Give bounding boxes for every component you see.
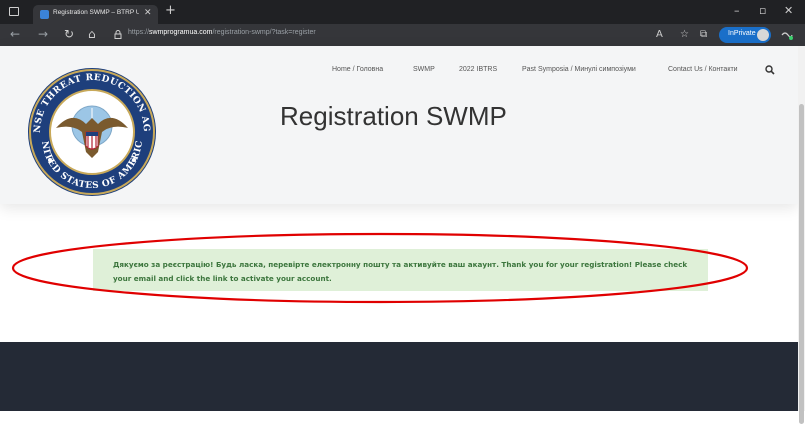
nav-past-symposia[interactable]: Past Symposia / Минулі симпозіуми xyxy=(522,66,636,73)
back-icon[interactable]: ← xyxy=(10,27,20,42)
lock-icon[interactable] xyxy=(114,30,122,39)
browser-tab[interactable]: Registration SWMP – BTRP Ukra ✕ xyxy=(33,5,158,24)
favicon-icon xyxy=(40,10,49,19)
nav-2022-ibtrs[interactable]: 2022 IBTRS xyxy=(459,66,497,73)
maximize-icon[interactable]: ▫ xyxy=(759,4,766,18)
extensions-icon[interactable] xyxy=(781,30,793,40)
read-aloud-icon[interactable]: A xyxy=(656,28,663,42)
scrollbar-thumb[interactable] xyxy=(799,104,804,424)
web-page: DEFENSE THREAT REDUCTION AGENCY UNITED S… xyxy=(0,46,805,411)
tab-actions-icon[interactable] xyxy=(9,7,19,16)
scrollbar[interactable] xyxy=(798,46,805,424)
dtra-seal-logo[interactable]: DEFENSE THREAT REDUCTION AGENCY UNITED S… xyxy=(26,66,158,198)
alert-message: Дякуємо за реєстрацію! Будь ласка, перев… xyxy=(113,260,688,283)
site-header: DEFENSE THREAT REDUCTION AGENCY UNITED S… xyxy=(0,46,798,204)
registration-success-alert: Дякуємо за реєстрацію! Будь ласка, перев… xyxy=(93,249,708,291)
home-icon[interactable]: ⌂ xyxy=(88,27,96,42)
url-path: /registration-swmp/?task=register xyxy=(212,29,316,36)
new-tab-icon[interactable]: + xyxy=(165,3,176,19)
favorites-star-icon[interactable]: ☆ xyxy=(680,28,689,42)
minimize-icon[interactable]: – xyxy=(734,4,740,18)
collections-icon[interactable]: ⧉ xyxy=(700,28,707,42)
close-window-icon[interactable]: ✕ xyxy=(784,4,793,18)
browser-tab-bar: Registration SWMP – BTRP Ukra ✕ + – ▫ ✕ xyxy=(0,0,805,24)
close-tab-icon[interactable]: ✕ xyxy=(144,8,152,18)
nav-contact[interactable]: Contact Us / Контакти xyxy=(668,66,738,73)
url-domain: swmprogramua.com xyxy=(149,29,213,36)
address-toolbar: ← → ↻ ⌂ https://swmprogramua.com/registr… xyxy=(0,24,805,46)
inprivate-badge[interactable]: InPrivate xyxy=(719,27,771,43)
search-icon[interactable] xyxy=(765,65,775,75)
site-footer xyxy=(0,342,798,411)
nav-home[interactable]: Home / Головна xyxy=(332,66,383,73)
forward-icon[interactable]: → xyxy=(38,27,48,42)
page-title: Registration SWMP xyxy=(280,101,507,131)
url-scheme: https:// xyxy=(128,29,150,36)
profile-avatar-icon xyxy=(757,29,769,41)
url-field[interactable]: https://swmprogramua.com/registration-sw… xyxy=(128,29,316,36)
nav-swmp[interactable]: SWMP xyxy=(413,66,435,73)
inprivate-label: InPrivate xyxy=(728,30,756,37)
tab-title: Registration SWMP – BTRP Ukra xyxy=(53,9,139,16)
refresh-icon[interactable]: ↻ xyxy=(64,27,74,42)
